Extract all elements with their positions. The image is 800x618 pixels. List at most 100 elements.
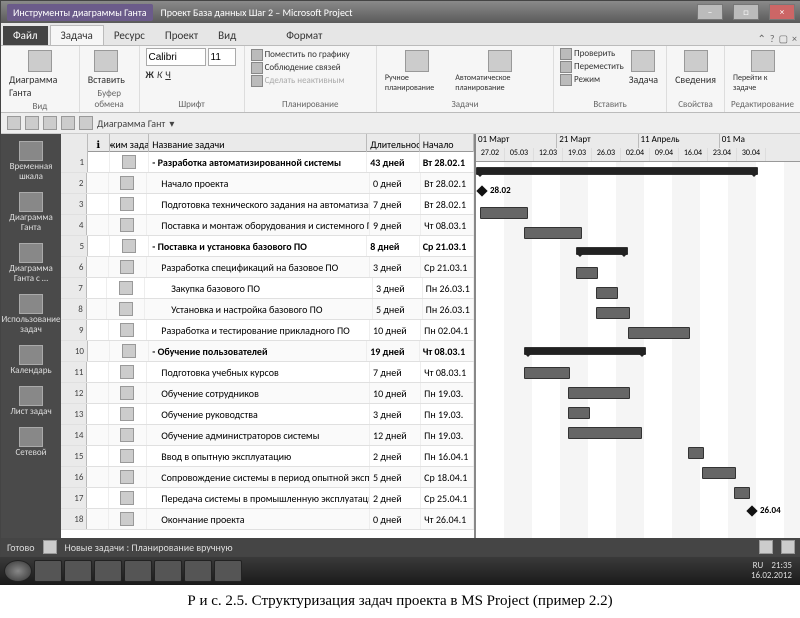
tool-icon-2[interactable] bbox=[25, 116, 39, 130]
gantt-bar[interactable] bbox=[568, 387, 630, 399]
taskbar-project-icon[interactable] bbox=[214, 560, 242, 582]
respect-links-button[interactable]: Соблюдение связей bbox=[251, 62, 341, 74]
bold-button[interactable]: Ж bbox=[146, 68, 154, 81]
maximize-button[interactable]: □ bbox=[733, 4, 759, 20]
gantt-chart-button[interactable]: Диаграмма Ганта bbox=[7, 48, 73, 101]
inspect-icon bbox=[560, 48, 572, 60]
gantt-bar[interactable] bbox=[480, 207, 528, 219]
taskbar-yandex-icon[interactable] bbox=[124, 560, 152, 582]
file-tab[interactable]: Файл bbox=[3, 26, 48, 45]
view-name: Диаграмма Гант bbox=[97, 117, 165, 130]
table-row[interactable]: 8Установка и настройка базового ПО5 дней… bbox=[61, 299, 474, 320]
goto-task-button[interactable]: Перейти к задаче bbox=[731, 48, 794, 95]
gantt-selector-icon[interactable] bbox=[79, 116, 93, 130]
schedule-move-button[interactable]: Поместить по графику bbox=[251, 49, 350, 61]
gantt-bar[interactable] bbox=[524, 227, 582, 239]
close-button[interactable]: × bbox=[769, 4, 795, 20]
new-task-button[interactable]: Задача bbox=[627, 48, 660, 88]
gantt-bar[interactable] bbox=[734, 487, 750, 499]
table-row[interactable]: 16Сопровождение системы в период опытной… bbox=[61, 467, 474, 488]
gantt-bar[interactable] bbox=[702, 467, 736, 479]
inactivate-button[interactable]: Сделать неактивным bbox=[251, 75, 345, 87]
table-row[interactable]: 10- Обучение пользователей19 днейЧт 08.0… bbox=[61, 341, 474, 362]
gantt-bar[interactable] bbox=[576, 267, 598, 279]
view-zoom-icon[interactable] bbox=[781, 540, 795, 554]
project-window: Инструменты диаграммы Ганта Проект База … bbox=[0, 0, 800, 557]
taskbar-utorrent-icon[interactable] bbox=[154, 560, 182, 582]
minimize-button[interactable]: – bbox=[697, 4, 723, 20]
gantt-bar[interactable] bbox=[688, 447, 704, 459]
table-row[interactable]: 9Разработка и тестирование прикладного П… bbox=[61, 320, 474, 341]
sidebar-item-6[interactable]: Сетевой bbox=[1, 424, 61, 461]
sidebar-item-0[interactable]: Временная шкала bbox=[1, 138, 61, 185]
main-area: Временная шкалаДиаграмма ГантаДиаграмма … bbox=[1, 134, 800, 538]
taskbar-word-icon[interactable] bbox=[184, 560, 212, 582]
tool-icon-4[interactable] bbox=[61, 116, 75, 130]
gantt-bar[interactable] bbox=[596, 287, 618, 299]
tab-project[interactable]: Проект bbox=[155, 26, 208, 45]
taskbar-app-icon[interactable] bbox=[94, 560, 122, 582]
info-button[interactable]: Сведения bbox=[673, 48, 718, 88]
table-row[interactable]: 13Обучение руководства3 днейПн 19.03. bbox=[61, 404, 474, 425]
tab-format[interactable]: Формат bbox=[276, 26, 332, 45]
sidebar-item-4[interactable]: Календарь bbox=[1, 342, 61, 379]
font-size[interactable] bbox=[208, 48, 236, 66]
gantt-bar[interactable] bbox=[568, 427, 642, 439]
paste-button[interactable]: Вставить bbox=[86, 48, 127, 88]
view-normal-icon[interactable] bbox=[759, 540, 773, 554]
start-button[interactable] bbox=[4, 560, 32, 582]
milestone-icon[interactable] bbox=[476, 185, 487, 196]
table-row[interactable]: 3Подготовка технического задания на авто… bbox=[61, 194, 474, 215]
small-close-icon[interactable]: × bbox=[792, 32, 797, 45]
sidebar-item-2[interactable]: Диаграмма Ганта с … bbox=[1, 240, 61, 287]
gantt-bar[interactable] bbox=[476, 167, 758, 175]
table-row[interactable]: 18Окончание проекта0 днейЧт 26.04.1 bbox=[61, 509, 474, 530]
gantt-bar[interactable] bbox=[576, 247, 628, 255]
task-mode-icon bbox=[120, 260, 134, 274]
paste-icon bbox=[94, 50, 118, 72]
tray-clock[interactable]: RU 21:3516.02.2012 bbox=[751, 561, 796, 581]
table-row[interactable]: 11Подготовка учебных курсов7 днейЧт 08.0… bbox=[61, 362, 474, 383]
taskbar-explorer-icon[interactable] bbox=[64, 560, 92, 582]
task-mode-icon bbox=[119, 281, 133, 295]
table-row[interactable]: 2Начало проекта0 днейВт 28.02.1 bbox=[61, 173, 474, 194]
tool-icon-1[interactable] bbox=[7, 116, 21, 130]
gantt-bar[interactable] bbox=[568, 407, 590, 419]
tab-task[interactable]: Задача bbox=[50, 25, 104, 45]
sidebar-item-1[interactable]: Диаграмма Ганта bbox=[1, 189, 61, 236]
underline-button[interactable]: Ч bbox=[165, 68, 171, 81]
table-row[interactable]: 14Обучение администраторов системы12 дне… bbox=[61, 425, 474, 446]
manual-schedule-button[interactable]: Ручное планирование bbox=[383, 48, 450, 95]
auto-schedule-button[interactable]: Автоматическое планирование bbox=[453, 48, 547, 95]
window-state-icon[interactable]: ▢ bbox=[779, 32, 788, 45]
font-name[interactable] bbox=[146, 48, 206, 66]
table-row[interactable]: 6Разработка спецификаций на базовое ПО3 … bbox=[61, 257, 474, 278]
gantt-bar[interactable] bbox=[524, 367, 570, 379]
help-icon[interactable]: ? bbox=[770, 32, 775, 45]
mode-button[interactable]: Режим bbox=[560, 74, 624, 86]
taskbar-ie-icon[interactable] bbox=[34, 560, 62, 582]
table-row[interactable]: 12Обучение сотрудников10 днейПн 19.03. bbox=[61, 383, 474, 404]
gantt-bar[interactable] bbox=[628, 327, 690, 339]
sidebar-item-3[interactable]: Использование задач bbox=[1, 291, 61, 338]
tab-view[interactable]: Вид bbox=[208, 26, 246, 45]
gantt-bar[interactable] bbox=[524, 347, 646, 355]
milestone-icon[interactable] bbox=[746, 505, 757, 516]
task-mode-icon bbox=[122, 344, 136, 358]
table-row[interactable]: 15Ввод в опытную эксплуатацию2 днейПн 16… bbox=[61, 446, 474, 467]
info-icon bbox=[684, 50, 708, 72]
table-row[interactable]: 7Закупка базового ПО3 днейПн 26.03.1 bbox=[61, 278, 474, 299]
gantt-bar[interactable] bbox=[596, 307, 630, 319]
ribbon-minimize-icon[interactable]: ⌃ bbox=[758, 32, 766, 45]
table-row[interactable]: 1- Разработка автоматизированной системы… bbox=[61, 152, 474, 173]
inspect-button[interactable]: Проверить bbox=[560, 48, 624, 60]
sidebar-item-5[interactable]: Лист задач bbox=[1, 383, 61, 420]
table-row[interactable]: 17Передача системы в промышленную эксплу… bbox=[61, 488, 474, 509]
tool-icon-3[interactable] bbox=[43, 116, 57, 130]
tab-resource[interactable]: Ресурс bbox=[104, 26, 155, 45]
gantt-chart-area[interactable]: 28.0226.04 bbox=[476, 162, 800, 538]
move-button[interactable]: Переместить bbox=[560, 61, 624, 73]
table-row[interactable]: 4Поставка и монтаж оборудования и систем… bbox=[61, 215, 474, 236]
italic-button[interactable]: К bbox=[157, 68, 162, 81]
table-row[interactable]: 5- Поставка и установка базового ПО8 дне… bbox=[61, 236, 474, 257]
